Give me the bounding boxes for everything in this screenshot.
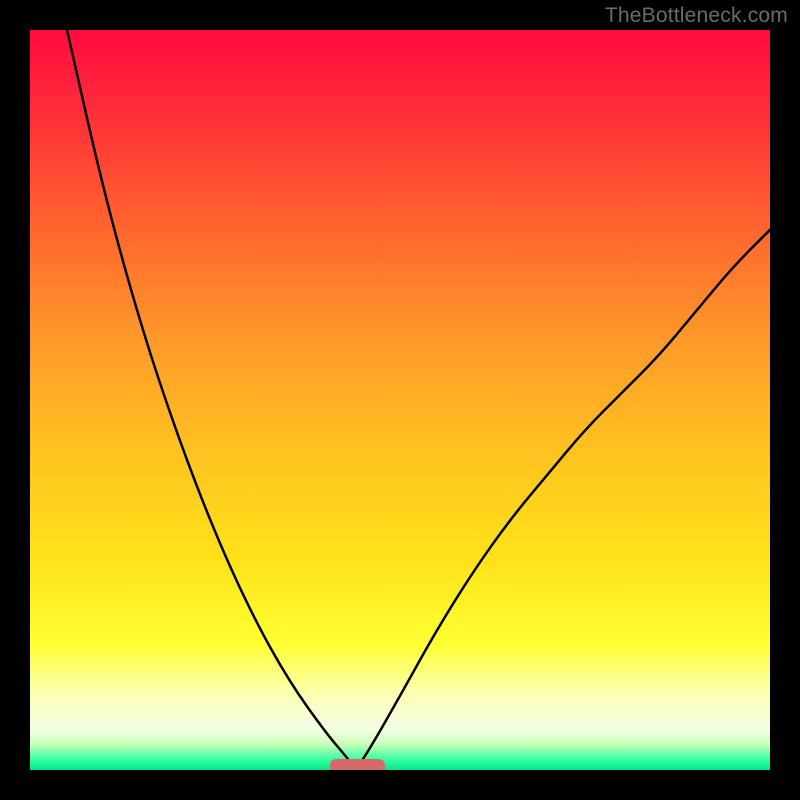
outer-frame: TheBottleneck.com [0, 0, 800, 800]
watermark-text: TheBottleneck.com [605, 4, 788, 28]
chart-curve [30, 30, 770, 770]
curve-right-branch [356, 230, 770, 770]
bottleneck-marker [330, 759, 386, 770]
curve-left-branch [67, 30, 356, 770]
plot-area [30, 30, 770, 770]
